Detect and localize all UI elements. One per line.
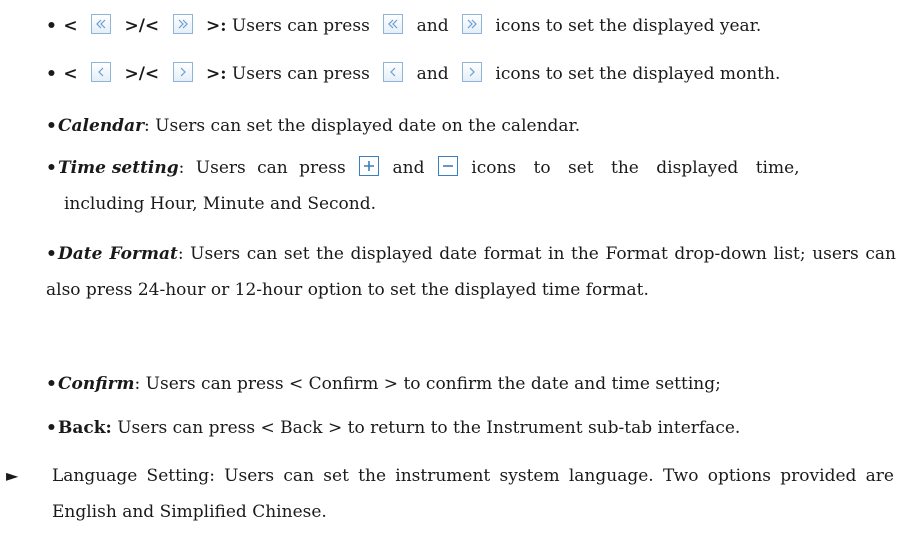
single-right-icon [462,62,483,82]
back-term: Back: [58,418,112,438]
single-left-icon [383,62,404,82]
bullet-dot: • [46,244,57,264]
bullet-confirm: •Confirm: Users can press < Confirm > to… [46,366,896,402]
language-option-english: English [52,502,117,522]
year-sep: >/< [124,16,160,36]
calendar-term: Calendar [58,116,145,136]
manual-page: • < >/< >: Users can press and icons to … [0,0,912,550]
single-left-icon [91,62,112,82]
format-term: Date Format [58,244,178,264]
bullet-dot: • [46,374,57,394]
language-text-a: : Users can set the instrument system la… [209,466,894,486]
language-term: Language Setting [52,466,210,486]
bullet-dot: • [46,116,57,136]
month-lt: < [63,64,78,84]
bullet-month: • < >/< >: Users can press and icons to … [46,56,896,92]
time-term: Time setting [58,158,179,178]
single-right-icon [172,62,193,82]
year-gt: >: [205,16,227,36]
arrow-bullet-icon: ► [6,466,19,485]
plus-icon [359,156,380,176]
language-option-chinese: Simplified Chinese [159,502,322,522]
double-right-icon [462,14,483,34]
month-text-a: Users can press [231,64,370,84]
bullet-dot: • [46,418,57,438]
bullet-calendar: •Calendar: Users can set the displayed d… [46,108,896,144]
time-text-b: and [392,158,425,178]
bullet-dot: • [46,64,57,84]
double-left-icon [91,14,112,34]
confirm-text: : Users can press < Confirm > to confirm… [134,374,721,394]
double-left-icon [383,14,404,34]
time-text-c: icons to set the displayed time, [471,158,800,178]
month-text-b: and [416,64,449,84]
month-sep: >/< [124,64,160,84]
double-right-icon [172,14,193,34]
bullet-date-format: •Date Format: Users can set the displaye… [46,236,896,308]
year-lt: < [63,16,78,36]
calendar-text: : Users can set the displayed date on th… [144,116,581,136]
language-text-c: . [321,502,327,522]
bullet-time-setting: •Time setting: Users can press and icons… [46,150,896,222]
bullet-dot: • [46,158,57,178]
confirm-term: Confirm [58,374,135,394]
back-text: Users can press < Back > to return to th… [111,418,741,438]
year-text-b: and [416,16,449,36]
year-text-c: icons to set the displayed year. [495,16,762,36]
month-text-c: icons to set the displayed month. [495,64,781,84]
language-text-b: and [116,502,160,522]
bullet-year: • < >/< >: Users can press and icons to … [46,8,896,44]
month-gt: >: [205,64,227,84]
bullet-back: •Back: Users can press < Back > to retur… [46,410,896,446]
language-setting: Language Setting: Users can set the inst… [52,458,894,530]
time-text-d: including Hour, Minute and Second. [64,194,377,214]
year-text-a: Users can press [231,16,370,36]
bullet-dot: • [46,16,57,36]
minus-icon [437,156,458,176]
time-text-a: : Users can press [178,158,346,178]
